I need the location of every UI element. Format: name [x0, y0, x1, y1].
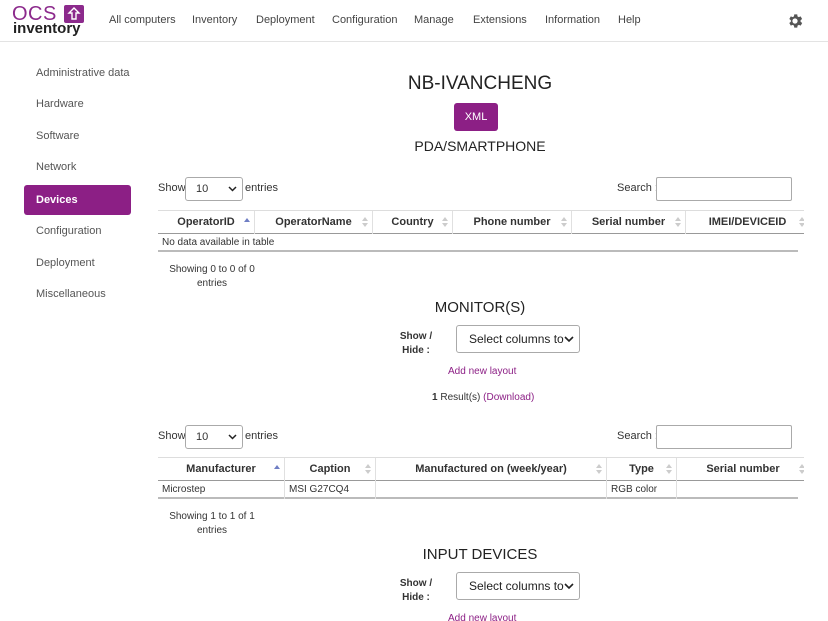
sort-asc-icon — [274, 464, 280, 474]
monitors-entries-select[interactable]: 10 — [185, 425, 243, 449]
monitors-add-layout-link[interactable]: Add new layout — [448, 366, 516, 377]
sidebar-item-devices[interactable]: Devices — [24, 185, 131, 215]
monitors-show-label: Show — [158, 430, 186, 442]
pda-section-title: PDA/SMARTPHONE — [414, 138, 546, 154]
sort-asc-icon — [244, 217, 250, 227]
computer-name-title: NB-IVANCHENG — [407, 73, 553, 94]
top-navbar: OCS inventory All computers Inventory De… — [0, 0, 828, 42]
xml-button[interactable]: XML — [454, 103, 498, 131]
pda-col-country[interactable]: Country — [373, 211, 453, 234]
nav-help[interactable]: Help — [618, 14, 641, 26]
gear-icon[interactable] — [786, 12, 804, 30]
monitors-search-label: Search : — [617, 430, 658, 442]
pda-col-serial-number[interactable]: Serial number — [572, 211, 686, 234]
monitors-table-header: Manufacturer Caption Manufactured on (we… — [158, 457, 804, 481]
pda-entries-select[interactable]: 10 — [185, 177, 243, 201]
monitor-serial-cell — [677, 481, 798, 499]
input-devices-columns-select[interactable]: Select columns to — [456, 572, 580, 600]
sidebar-item-administrative-data[interactable]: Administrative data — [24, 58, 131, 88]
sort-icon — [675, 217, 681, 227]
ocs-inventory-logo[interactable]: OCS inventory — [12, 3, 92, 37]
chevron-down-icon — [228, 434, 237, 440]
logo-inventory-text: inventory — [13, 20, 81, 37]
monitors-col-manufactured-on[interactable]: Manufactured on (week/year) — [376, 458, 607, 481]
nav-extensions[interactable]: Extensions — [473, 14, 527, 26]
pda-col-operatorid[interactable]: OperatorID — [158, 211, 255, 234]
monitors-table-info: Showing 1 to 1 of 1 entries — [169, 511, 255, 536]
pda-show-label: Show — [158, 182, 186, 194]
sidebar-item-software[interactable]: Software — [24, 121, 131, 151]
monitors-columns-select[interactable]: Select columns to — [456, 325, 580, 353]
sidebar-item-hardware[interactable]: Hardware — [24, 89, 131, 119]
chevron-down-icon — [564, 583, 574, 590]
monitors-section-title: MONITOR(S) — [434, 299, 526, 316]
monitor-manufacturer-cell: Microstep — [158, 481, 285, 499]
sort-icon — [596, 464, 602, 474]
sidebar-item-configuration[interactable]: Configuration — [24, 216, 131, 246]
sidebar-item-deployment[interactable]: Deployment — [24, 248, 131, 278]
monitor-manufactured-cell — [376, 481, 607, 499]
pda-entries-value: 10 — [196, 183, 209, 195]
input-devices-showhide-label: Show / Hide : — [399, 578, 433, 603]
sort-icon — [799, 217, 804, 227]
monitors-showhide-label: Show / Hide : — [399, 331, 433, 356]
monitors-entries-label: entries — [245, 430, 279, 442]
pda-table: OperatorID OperatorName Country Phone nu… — [158, 210, 804, 252]
monitors-col-serial-number[interactable]: Serial number — [677, 458, 804, 481]
nav-inventory[interactable]: Inventory — [192, 14, 237, 26]
monitors-download-link[interactable]: (Download) — [483, 392, 534, 403]
input-devices-add-layout-link[interactable]: Add new layout — [448, 613, 516, 621]
monitors-col-type[interactable]: Type — [607, 458, 677, 481]
nav-deployment[interactable]: Deployment — [256, 14, 315, 26]
pda-table-header: OperatorID OperatorName Country Phone nu… — [158, 210, 804, 234]
pda-empty-row: No data available in table — [158, 234, 798, 252]
monitor-type-cell: RGB color — [607, 481, 677, 499]
input-devices-section-title: INPUT DEVICES — [422, 546, 538, 563]
monitors-col-caption[interactable]: Caption — [285, 458, 376, 481]
pda-entries-label: entries — [245, 182, 279, 194]
pda-table-info: Showing 0 to 0 of 0 entries — [169, 264, 255, 289]
nav-all-computers[interactable]: All computers — [109, 14, 176, 26]
nav-configuration[interactable]: Configuration — [332, 14, 397, 26]
nav-information[interactable]: Information — [545, 14, 600, 26]
sort-icon — [666, 464, 672, 474]
sidebar-item-network[interactable]: Network — [24, 152, 131, 182]
nav-manage[interactable]: Manage — [414, 14, 454, 26]
sort-icon — [365, 464, 371, 474]
chevron-down-icon — [228, 186, 237, 192]
sort-icon — [799, 464, 804, 474]
monitors-results: 1 Result(s) (Download) — [432, 392, 535, 403]
sort-icon — [561, 217, 567, 227]
sort-icon — [442, 217, 448, 227]
chevron-down-icon — [564, 336, 574, 343]
sort-icon — [362, 217, 368, 227]
monitor-caption-cell: MSI G27CQ4 — [285, 481, 376, 499]
pda-col-phone-number[interactable]: Phone number — [453, 211, 572, 234]
monitors-col-manufacturer[interactable]: Manufacturer — [158, 458, 285, 481]
pda-search-label: Search : — [617, 182, 658, 194]
monitors-table: Manufacturer Caption Manufactured on (we… — [158, 457, 804, 499]
pda-col-operatorname[interactable]: OperatorName — [255, 211, 373, 234]
pda-empty-message: No data available in table — [162, 237, 275, 248]
monitors-search-input[interactable] — [656, 425, 792, 449]
table-row: Microstep MSI G27CQ4 RGB color — [158, 481, 798, 499]
pda-search-input[interactable] — [656, 177, 792, 201]
sidebar-item-miscellaneous[interactable]: Miscellaneous — [24, 279, 131, 309]
pda-col-imei[interactable]: IMEI/DEVICEID — [686, 211, 804, 234]
